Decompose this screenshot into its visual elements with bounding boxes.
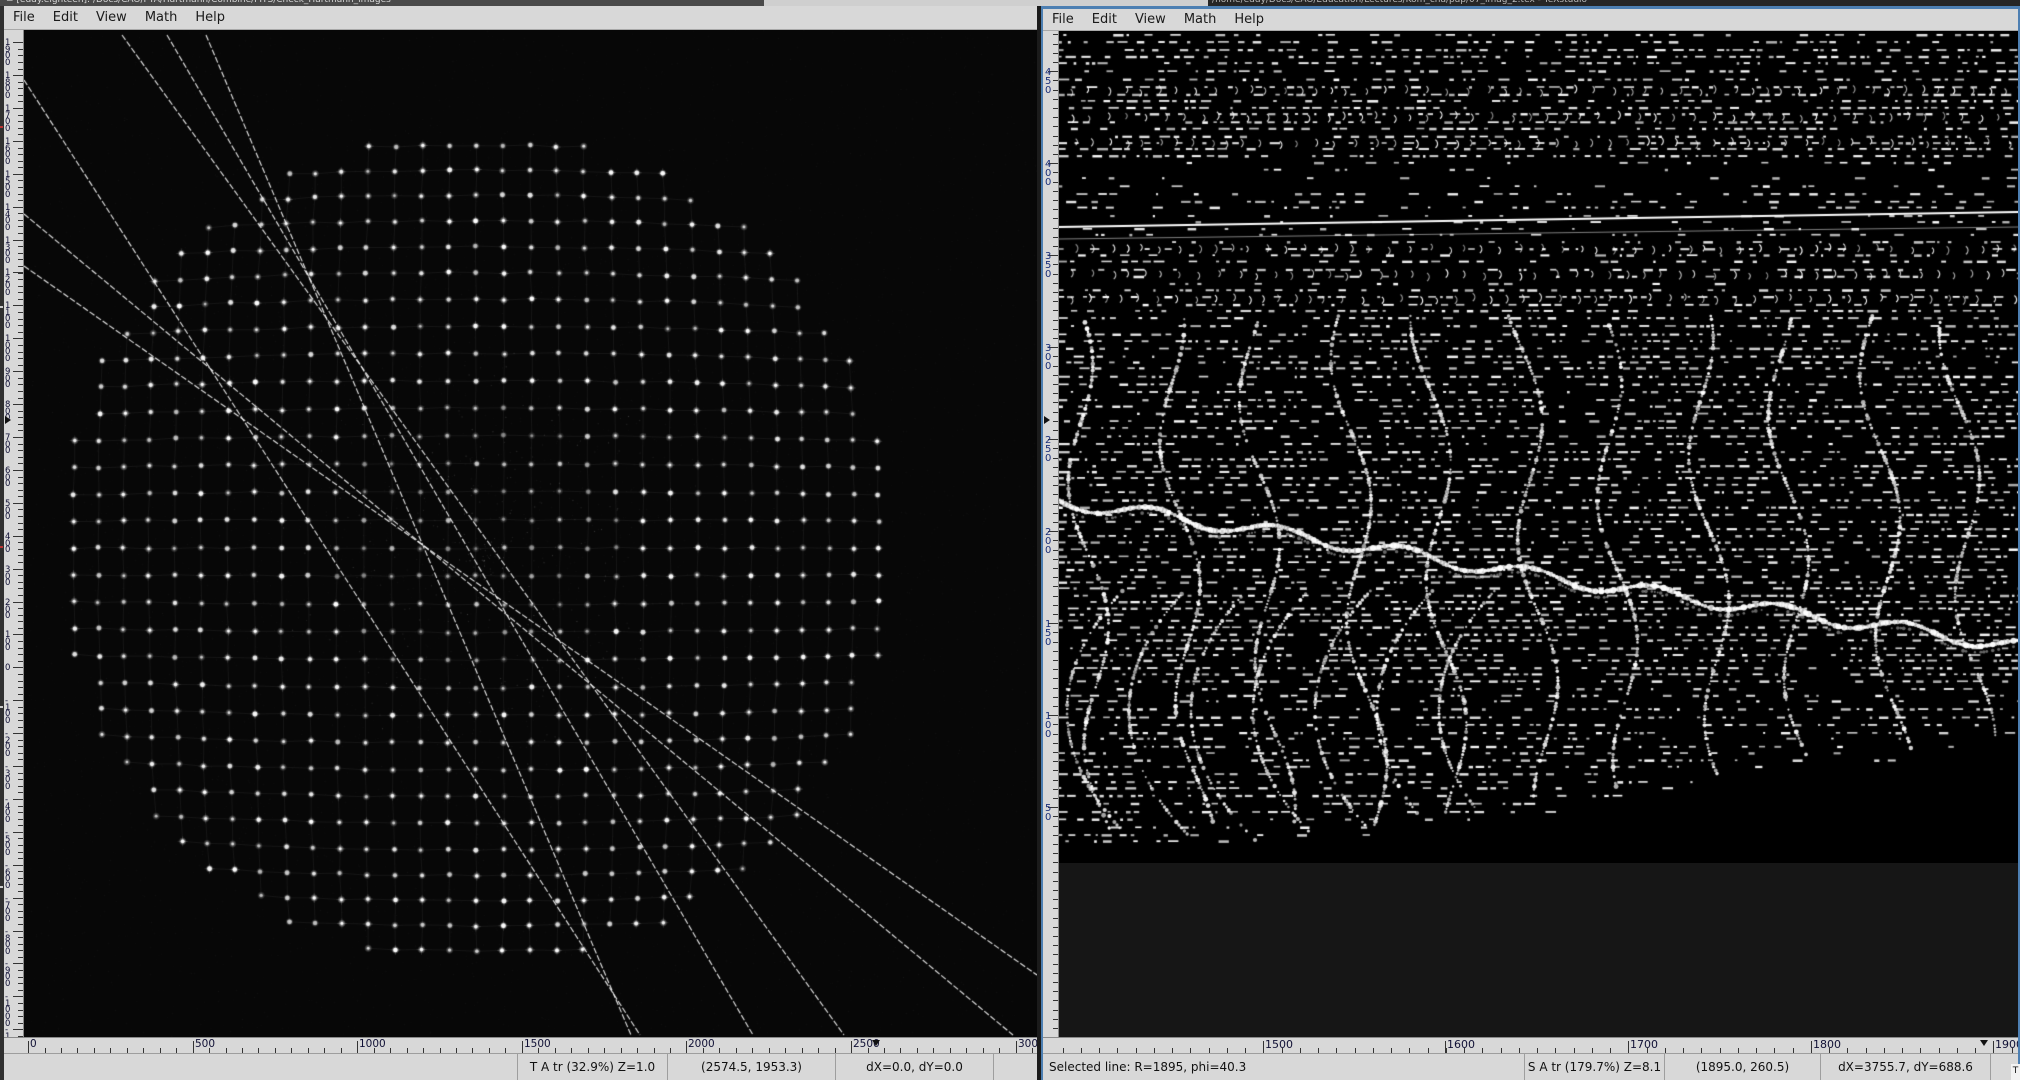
ruler-label: 1 5 0 — [1045, 621, 1051, 647]
ruler-label: 1 9 0 0 — [5, 40, 10, 66]
cursor-position-marker — [872, 1040, 880, 1046]
cursor-position-marker — [1044, 416, 1050, 424]
ruler-label: 3 5 0 — [1045, 253, 1051, 279]
status-mode: S A tr (179.7%) Z=8.1 — [1524, 1054, 1664, 1080]
left-menubar: File Edit View Math Help — [4, 6, 1037, 30]
ruler-label: 1 1 0 0 — [5, 303, 10, 329]
menu-item-edit[interactable]: Edit — [1092, 12, 1117, 27]
ruler-label: 2 0 0 — [1045, 529, 1051, 555]
ruler-label: 4 5 0 — [1045, 69, 1051, 95]
status-selection: Selected line: R=1895, phi=40.3 — [1043, 1054, 1524, 1080]
menu-item-math[interactable]: Math — [145, 10, 178, 25]
ruler-label: - 6 0 0 — [5, 863, 10, 889]
left-window: File Edit View Math Help 1 9 0 0 1 8 0 0 1 7 0… — [4, 6, 1037, 1080]
ruler-label: 1 5 0 0 — [5, 172, 10, 198]
ruler-label: - 1 1 0 0 — [5, 1027, 10, 1037]
ruler-label: 3 0 0 — [1045, 345, 1051, 371]
ruler-label: 1 0 0 — [1045, 713, 1051, 739]
ruler-label: 1600 — [1447, 1038, 1475, 1051]
ruler-label: 1 7 0 0 — [5, 106, 10, 132]
ruler-label: 1900 — [1995, 1038, 2018, 1051]
status-delta: dX=3755.7, dY=688.6 — [1820, 1054, 1990, 1080]
ruler-label: 1000 — [359, 1038, 386, 1050]
hartmann-spot-image[interactable] — [24, 30, 1037, 1037]
left-vertical-ruler: 1 9 0 0 1 8 0 0 1 7 0 0 1 6 0 0 1 5 0 0 1 4 0… — [4, 30, 24, 1037]
status-end-spacer — [993, 1054, 1037, 1080]
right-menubar: File Edit View Math Help — [1043, 9, 2018, 31]
ruler-label: 1 8 0 0 — [5, 73, 10, 99]
right-vertical-ruler: 4 5 0 4 0 0 3 5 0 3 0 0 2 5 0 2 0 0 1 5 0 1 0 0… — [1043, 31, 1059, 1037]
ruler-label: 2 5 0 — [1045, 437, 1051, 463]
left-window-title-text: = [eddy.eighteen]: /Docs/CAO/PTA/Hartman… — [6, 0, 764, 5]
ruler-label: 2 0 0 — [5, 600, 10, 620]
left-horizontal-ruler: 050010001500200025003000 — [4, 1037, 1037, 1053]
ruler-label: 5 0 0 — [5, 501, 10, 521]
ruler-label: - 1 0 0 0 — [5, 994, 10, 1027]
menu-item-file[interactable]: File — [1052, 12, 1074, 27]
right-status-bar: Selected line: R=1895, phi=40.3 S A tr (… — [1043, 1053, 2018, 1080]
ruler-label: 1 6 0 0 — [5, 139, 10, 165]
status-message-area — [4, 1054, 517, 1080]
status-mode: T A tr (32.9%) Z=1.0 — [517, 1054, 667, 1080]
menu-item-help[interactable]: Help — [1234, 12, 1264, 27]
ruler-label: 3 0 0 — [5, 567, 10, 587]
ruler-label: 0 — [5, 665, 10, 672]
ruler-label: 9 0 0 — [5, 369, 10, 389]
left-status-bar: T A tr (32.9%) Z=1.0 (2574.5, 1953.3) dX… — [4, 1053, 1037, 1080]
ruler-label: 3000 — [1018, 1038, 1037, 1050]
menu-item-edit[interactable]: Edit — [53, 10, 78, 25]
right-horizontal-ruler: 1500 1600 1700 1800 1900 — [1043, 1037, 2018, 1053]
cursor-position-marker — [5, 416, 11, 424]
menu-item-view[interactable]: View — [96, 10, 127, 25]
ruler-label: - 9 0 0 — [5, 961, 10, 987]
ruler-label: - 8 0 0 — [5, 929, 10, 955]
ruler-label: 500 — [195, 1038, 215, 1050]
menu-item-math[interactable]: Math — [1184, 12, 1217, 27]
ruler-label: 4 0 0 — [1045, 161, 1051, 187]
ruler-label: 1700 — [1630, 1038, 1658, 1051]
ruler-label: 2000 — [688, 1038, 715, 1050]
ruler-label: - 1 0 0 — [5, 698, 10, 724]
ruler-label: 1 3 0 0 — [5, 238, 10, 264]
cursor-position-marker — [1980, 1040, 1988, 1046]
ruler-label: 0 — [30, 1038, 37, 1050]
menu-item-view[interactable]: View — [1135, 12, 1166, 27]
transform-image[interactable] — [1059, 31, 2018, 863]
ruler-label: 1500 — [524, 1038, 551, 1050]
ruler-label: - 4 0 0 — [5, 797, 10, 823]
ruler-label: - 7 0 0 — [5, 896, 10, 922]
menu-item-help[interactable]: Help — [195, 10, 225, 25]
ruler-label: - 5 0 0 — [5, 830, 10, 856]
ruler-label: 4 0 0 — [5, 534, 10, 554]
status-coordinates: (2574.5, 1953.3) — [667, 1054, 835, 1080]
ruler-label: - 2 0 0 — [5, 731, 10, 757]
desktop: = [eddy.eighteen]: /Docs/CAO/PTA/Hartman… — [0, 0, 2020, 1080]
status-delta: dX=0.0, dY=0.0 — [835, 1054, 993, 1080]
ruler-label: 1800 — [1813, 1038, 1841, 1051]
menu-item-file[interactable]: File — [13, 10, 35, 25]
right-window: File Edit View Math Help 4 5 0 4 0 0 3 5 0 3 0 … — [1041, 6, 2020, 1080]
ruler-label: 1 0 0 — [5, 632, 10, 652]
ruler-label: 1500 — [1265, 1038, 1293, 1051]
ruler-label: 6 0 0 — [5, 468, 10, 488]
ruler-label: 1 2 0 0 — [5, 270, 10, 296]
ruler-label: 1 0 0 0 — [5, 336, 10, 362]
ruler-label: 7 0 0 — [5, 435, 10, 455]
background-window-title-text: /home/eddy/Docs/CAO/Education/Lectures/K… — [1212, 0, 2020, 5]
ruler-label: 5 0 — [1045, 805, 1051, 823]
ruler-label: 1 4 0 0 — [5, 205, 10, 231]
empty-canvas-background — [1059, 863, 2018, 1037]
ruler-label: - 3 0 0 — [5, 764, 10, 790]
status-coordinates: (1895.0, 260.5) — [1664, 1054, 1820, 1080]
background-window-peek: T — [2011, 1064, 2020, 1080]
